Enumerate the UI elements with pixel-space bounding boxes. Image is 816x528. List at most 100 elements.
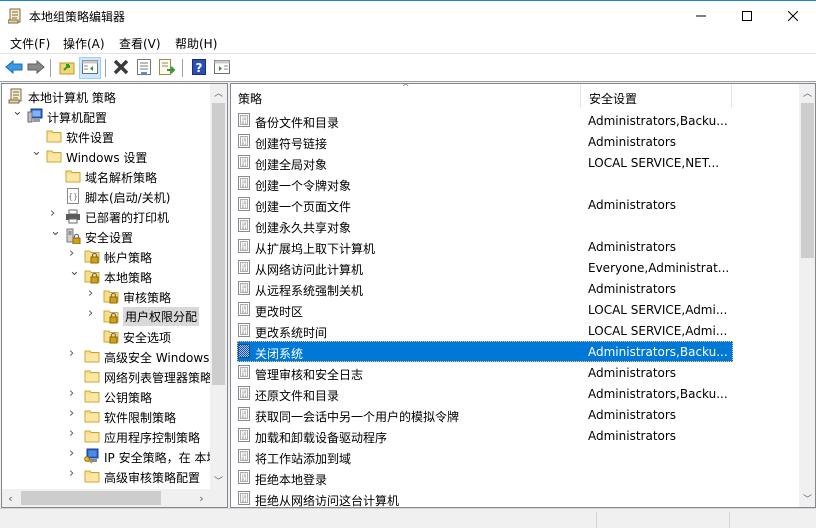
tree-item[interactable]: ⌄ 安全设置: [2, 225, 212, 246]
policy-row[interactable]: 10 01 加载和卸载设备驱动程序 Administrators: [231, 425, 801, 446]
menu-action[interactable]: 操作(A): [63, 35, 105, 52]
policy-name: 创建全局对象: [255, 158, 328, 172]
chevron-right-icon[interactable]: ›: [69, 347, 79, 360]
policy-row[interactable]: 10 01 备份文件和目录 Administrators,Backu...: [231, 110, 801, 131]
export-list-button[interactable]: [156, 57, 178, 79]
help-button[interactable]: ?: [188, 57, 210, 79]
scroll-right-arrow-icon[interactable]: ›: [193, 489, 210, 507]
tree-item[interactable]: 网络列表管理器策略: [2, 366, 212, 386]
chevron-right-icon[interactable]: ›: [88, 307, 98, 320]
tree-item[interactable]: › 高级审核策略配置: [2, 466, 212, 486]
tree-item[interactable]: ⌄ 计算机配置: [2, 105, 212, 126]
policy-row[interactable]: 10 01 更改时区 LOCAL SERVICE,Admi...: [231, 299, 801, 320]
tree-item-label: 计算机配置: [47, 111, 108, 125]
tree-item[interactable]: ⌄ 本地策略: [2, 265, 212, 286]
policy-row[interactable]: 10 01 还原文件和目录 Administrators,Backu...: [231, 383, 801, 404]
forward-button[interactable]: [25, 57, 47, 79]
maximize-button[interactable]: [724, 1, 770, 31]
list-vertical-scrollbar[interactable]: ︿ ﹀: [799, 84, 815, 507]
tree-vscroll-thumb[interactable]: [212, 103, 225, 385]
column-header-policy[interactable]: ^ 策略: [231, 84, 581, 108]
scroll-down-arrow-icon[interactable]: ﹀: [799, 490, 815, 507]
tree-item[interactable]: › 用户权限分配: [2, 306, 212, 326]
policy-row[interactable]: 10 01 创建一个页面文件 Administrators: [231, 194, 801, 215]
policy-row[interactable]: 10 01 创建永久共享对象: [231, 215, 801, 236]
tree-hscroll-thumb[interactable]: [21, 491, 161, 505]
chevron-down-icon[interactable]: ⌄: [50, 225, 61, 238]
policy-row[interactable]: 关闭系统 Administrators,Backu...: [231, 341, 801, 362]
chevron-right-icon[interactable]: ›: [50, 207, 60, 220]
tree-item[interactable]: 安全选项: [2, 326, 212, 346]
tree-item[interactable]: › 公钥策略: [2, 386, 212, 406]
chevron-right-icon[interactable]: ›: [69, 387, 79, 400]
tree-item[interactable]: {} 脚本(启动/关机): [2, 186, 212, 206]
tree-item[interactable]: › 高级安全 Windows: [2, 346, 212, 366]
show-hide-action-pane-button[interactable]: [211, 57, 233, 79]
folder-icon: [84, 388, 100, 404]
chevron-down-icon[interactable]: ⌄: [69, 265, 80, 278]
policy-row[interactable]: 10 01 创建全局对象 LOCAL SERVICE,NET...: [231, 152, 801, 173]
chevron-down-icon[interactable]: ⌄: [31, 145, 42, 158]
column-header-security-setting[interactable]: 安全设置: [582, 84, 732, 108]
menu-file[interactable]: 文件(F): [10, 35, 50, 52]
policy-name: 创建一个令牌对象: [255, 179, 352, 193]
folder-icon: [84, 408, 100, 424]
tree-item[interactable]: › IP 安全策略，在 本地: [2, 446, 218, 466]
tree-item[interactable]: ⌄ Windows 设置: [2, 145, 212, 166]
chevron-right-icon[interactable]: ›: [69, 247, 79, 260]
scroll-up-arrow-icon[interactable]: ︿: [210, 84, 227, 101]
svg-text:{}: {}: [68, 192, 78, 201]
policy-row[interactable]: 10 01 将工作站添加到域: [231, 446, 801, 467]
chevron-right-icon[interactable]: ›: [69, 467, 79, 480]
policy-row[interactable]: 10 01 从网络访问此计算机 Everyone,Administrat...: [231, 257, 801, 278]
up-one-level-button[interactable]: [56, 57, 78, 79]
tree-item-label: IP 安全策略，在 本地: [104, 451, 219, 465]
delete-button[interactable]: [110, 57, 132, 79]
close-button[interactable]: [770, 1, 816, 31]
list-vscroll-thumb[interactable]: [801, 103, 814, 258]
chevron-right-icon[interactable]: ›: [69, 427, 79, 440]
policy-row[interactable]: 10 01 从远程系统强制关机 Administrators: [231, 278, 801, 299]
scroll-up-arrow-icon[interactable]: ︿: [799, 84, 815, 101]
chevron-right-icon[interactable]: ›: [88, 287, 98, 300]
scroll-down-arrow-icon[interactable]: ﹀: [210, 472, 227, 489]
chevron-right-icon[interactable]: ›: [69, 447, 79, 460]
policy-row[interactable]: 10 01 创建符号链接 Administrators: [231, 131, 801, 152]
tree-item[interactable]: 软件设置: [2, 126, 212, 146]
scroll-left-arrow-icon[interactable]: ‹: [2, 489, 19, 507]
properties-button[interactable]: [133, 57, 155, 79]
policy-row[interactable]: 10 01 从扩展坞上取下计算机 Administrators: [231, 236, 801, 257]
policy-row[interactable]: 10 01 获取同一会话中另一个用户的模拟令牌 Administrators: [231, 404, 801, 425]
console-tree-icon: [82, 59, 98, 77]
chevron-down-icon[interactable]: ⌄: [12, 105, 23, 118]
tree-item[interactable]: 域名解析策略: [2, 166, 212, 186]
tree-item[interactable]: › 帐户策略: [2, 246, 212, 266]
locked-folder-icon: [84, 248, 100, 264]
tree-item[interactable]: › 软件限制策略: [2, 406, 212, 426]
tree-item[interactable]: › 审核策略: [2, 286, 212, 306]
back-button[interactable]: [3, 57, 25, 79]
tree-vertical-scrollbar[interactable]: ︿ ﹀: [210, 84, 227, 489]
policy-row[interactable]: 10 01 管理审核和安全日志 Administrators: [231, 362, 801, 383]
chevron-right-icon[interactable]: ›: [69, 407, 79, 420]
policy-row[interactable]: 10 01 更改系统时间 LOCAL SERVICE,Admi...: [231, 320, 801, 341]
menu-help[interactable]: 帮助(H): [175, 35, 217, 52]
policy-row[interactable]: 10 01 拒绝本地登录: [231, 467, 801, 488]
policy-row[interactable]: 10 01 创建一个令牌对象: [231, 173, 801, 194]
folder-icon: [65, 168, 81, 184]
svg-text:01: 01: [242, 330, 247, 335]
tree-item[interactable]: › 应用程序控制策略: [2, 426, 212, 446]
show-hide-console-tree-button[interactable]: [79, 57, 101, 79]
policy-name: 加载和卸载设备驱动程序: [255, 431, 388, 445]
minimize-button[interactable]: [678, 1, 724, 31]
title-bar: 本地组策略编辑器: [0, 0, 816, 31]
policy-row[interactable]: 10 01 拒绝从网络访问这台计算机: [231, 488, 801, 507]
policy-setting-icon: 10 01: [238, 239, 252, 254]
tree-item[interactable]: › 已部署的打印机: [2, 206, 212, 226]
locked-folder-icon: [103, 288, 119, 304]
menu-view[interactable]: 查看(V): [119, 35, 161, 52]
tree-horizontal-scrollbar[interactable]: ‹ ›: [2, 489, 210, 507]
svg-text:01: 01: [242, 162, 247, 167]
policy-setting-icon: 10 01: [238, 218, 252, 233]
tree-item[interactable]: 本地计算机 策略: [2, 86, 212, 106]
